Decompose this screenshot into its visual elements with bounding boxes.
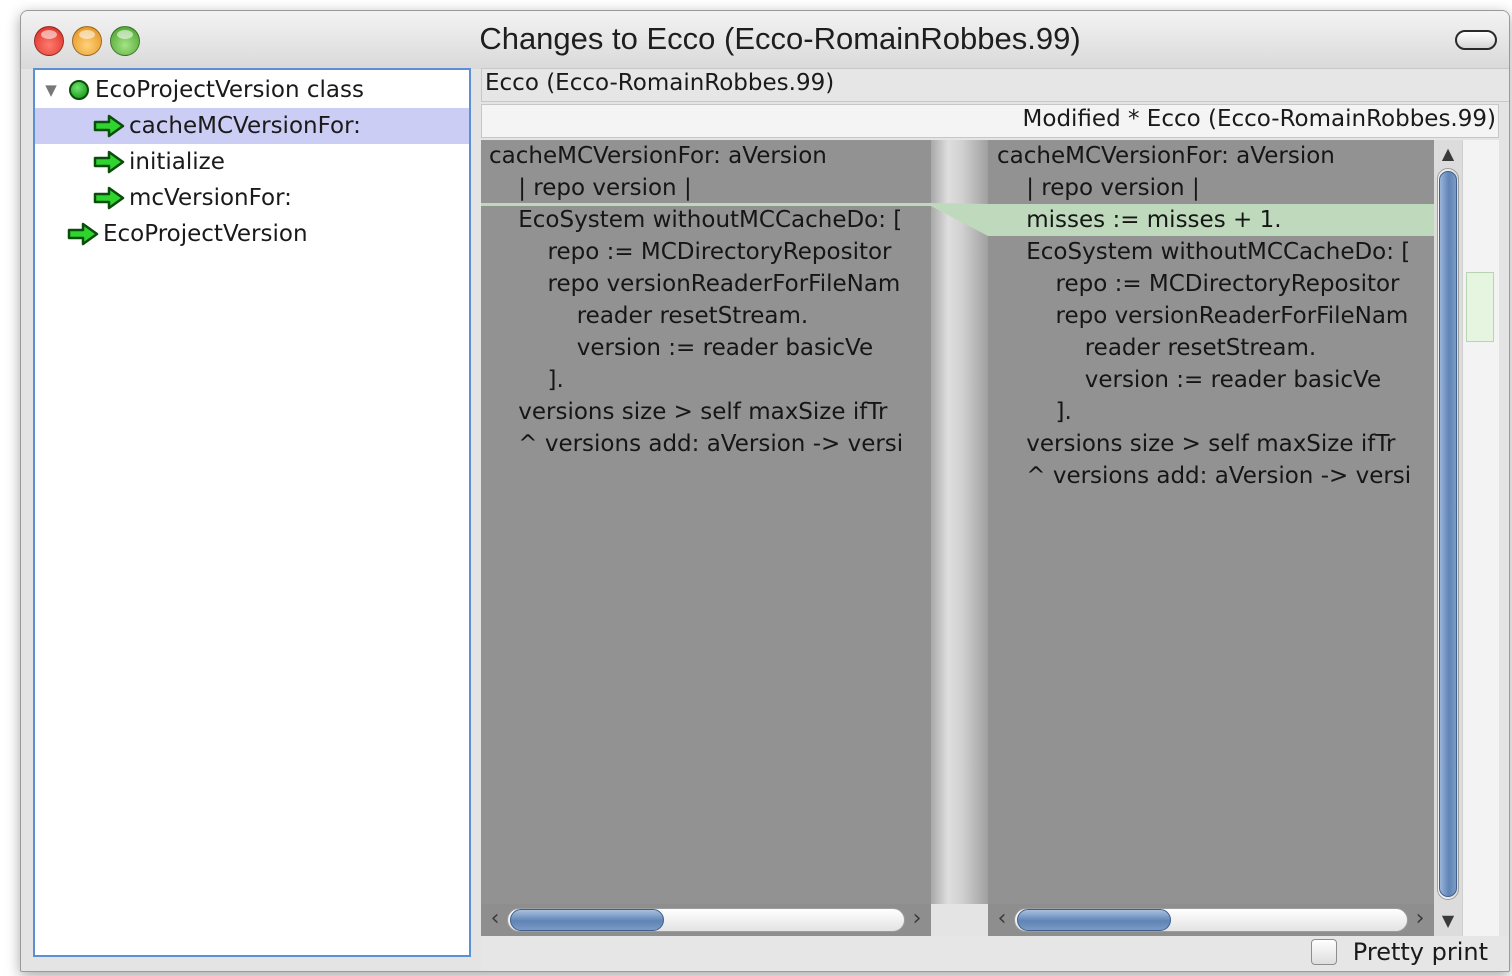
diff-overview-ruler[interactable]: [1462, 140, 1499, 936]
right-horizontal-scrollbar[interactable]: ‹ ›: [988, 904, 1434, 936]
tree-item-method[interactable]: initialize: [35, 144, 469, 180]
code-line: repo versionReaderForFileNam: [997, 303, 1409, 329]
scroll-left-arrow-icon[interactable]: ‹: [991, 906, 1013, 931]
tree-item-label: cacheMCVersionFor:: [129, 113, 361, 139]
scroll-right-arrow-icon[interactable]: ›: [1409, 906, 1431, 931]
scrollbar-thumb[interactable]: [510, 909, 664, 931]
code-line: cacheMCVersionFor: aVersion: [489, 143, 827, 169]
pretty-print-label: Pretty print: [1352, 938, 1488, 966]
pretty-print-option[interactable]: Pretty print: [1310, 938, 1488, 966]
vertical-scrollbar[interactable]: ▲ ▼: [1434, 140, 1462, 936]
tree-item-class[interactable]: ▼ EcoProjectVersion class: [35, 72, 469, 108]
code-line: | repo version |: [997, 175, 1200, 201]
title-bar[interactable]: Changes to Ecco (Ecco-RomainRobbes.99): [21, 11, 1509, 69]
right-code-pane[interactable]: cacheMCVersionFor: aVersion | repo versi…: [988, 140, 1434, 904]
diff-area: Ecco (Ecco-RomainRobbes.99) Modified * E…: [481, 68, 1509, 971]
scroll-left-arrow-icon[interactable]: ‹: [484, 906, 506, 931]
tree-item-label: EcoProjectVersion: [103, 221, 308, 247]
code-line: misses := misses + 1.: [997, 207, 1282, 233]
diff-connector-icon: [931, 203, 988, 236]
code-line: reader resetStream.: [489, 303, 809, 329]
code-line: EcoSystem withoutMCCacheDo: [: [489, 207, 903, 233]
code-line: | repo version |: [489, 175, 692, 201]
code-line: version := reader basicVe: [489, 335, 874, 361]
changes-window: Changes to Ecco (Ecco-RomainRobbes.99) ▼…: [20, 10, 1510, 972]
left-code-pane[interactable]: cacheMCVersionFor: aVersion | repo versi…: [481, 140, 931, 904]
code-line: versions size > self maxSize ifTr: [997, 431, 1396, 457]
window-title: Changes to Ecco (Ecco-RomainRobbes.99): [479, 21, 1081, 56]
toolbar-toggle-button[interactable]: [1455, 30, 1497, 50]
left-horizontal-scrollbar[interactable]: ‹ ›: [481, 904, 931, 936]
green-arrow-icon: [93, 114, 125, 138]
code-line: ^ versions add: aVersion -> versi: [997, 463, 1412, 489]
tree-item-label: mcVersionFor:: [129, 185, 292, 211]
disclosure-triangle-icon[interactable]: ▼: [41, 81, 61, 99]
green-dot-icon: [69, 80, 89, 100]
tree-item-method[interactable]: mcVersionFor:: [35, 180, 469, 216]
tree-item-label: initialize: [129, 149, 225, 175]
code-line: versions size > self maxSize ifTr: [489, 399, 888, 425]
code-line: repo := MCDirectoryRepositor: [489, 239, 892, 265]
scrollbar-track[interactable]: [1014, 908, 1408, 932]
code-line: repo := MCDirectoryRepositor: [997, 271, 1400, 297]
code-line: ].: [997, 399, 1072, 425]
green-arrow-icon: [67, 222, 99, 246]
code-line: EcoSystem withoutMCCacheDo: [: [997, 239, 1411, 265]
code-line: cacheMCVersionFor: aVersion: [997, 143, 1335, 169]
scrollbar-thumb[interactable]: [1017, 909, 1171, 931]
change-tree[interactable]: ▼ EcoProjectVersion class cacheMCVersion…: [33, 68, 471, 957]
scrollbar-track[interactable]: [1437, 168, 1459, 900]
change-marker[interactable]: [1466, 272, 1494, 342]
scroll-down-arrow-icon[interactable]: ▼: [1437, 911, 1459, 930]
green-arrow-icon: [93, 186, 125, 210]
code-line: repo versionReaderForFileNam: [489, 271, 901, 297]
tree-item-class-definition[interactable]: EcoProjectVersion: [35, 216, 469, 252]
tree-item-label: EcoProjectVersion class: [95, 77, 364, 103]
tree-item-method[interactable]: cacheMCVersionFor:: [35, 108, 469, 144]
scrollbar-track[interactable]: [507, 908, 905, 932]
pretty-print-checkbox[interactable]: [1310, 939, 1337, 965]
right-version-header: Modified * Ecco (Ecco-RomainRobbes.99): [481, 104, 1499, 138]
scroll-up-arrow-icon[interactable]: ▲: [1437, 144, 1459, 163]
scroll-right-arrow-icon[interactable]: ›: [906, 906, 928, 931]
code-line: ^ versions add: aVersion -> versi: [489, 431, 904, 457]
diff-gutter: [931, 140, 988, 904]
code-line: reader resetStream.: [997, 335, 1317, 361]
code-line: version := reader basicVe: [997, 367, 1382, 393]
footer-bar: Pretty print: [481, 936, 1509, 971]
left-version-header: Ecco (Ecco-RomainRobbes.99): [481, 68, 1509, 102]
code-line: ].: [489, 367, 564, 393]
green-arrow-icon: [93, 150, 125, 174]
scrollbar-thumb[interactable]: [1439, 171, 1457, 897]
